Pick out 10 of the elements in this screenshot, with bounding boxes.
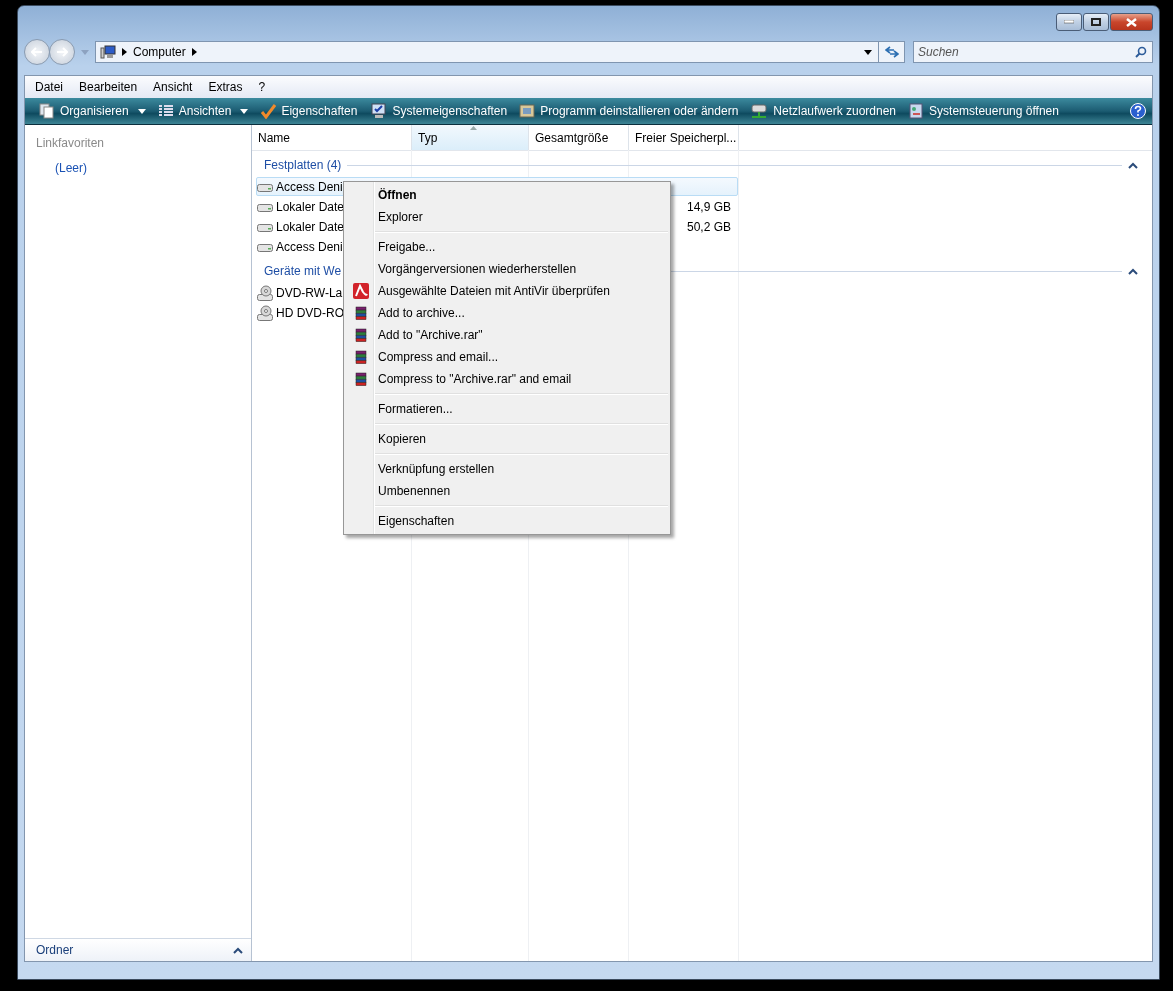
drive-name: DVD-RW-La [276, 285, 343, 300]
free-space: 50,2 GB [686, 219, 731, 234]
drive-name: HD DVD-RO [276, 305, 344, 320]
drive-name: Lokaler Date [276, 219, 345, 234]
drive-name: Access Deni [276, 179, 343, 194]
drive-name: Access Deni [276, 239, 343, 254]
drive-name: Lokaler Date [276, 199, 345, 214]
folders-label: Ordner [36, 943, 74, 957]
pane-heading: Linkfavoriten [35, 135, 106, 150]
free-space: 14,9 GB [686, 199, 731, 214]
